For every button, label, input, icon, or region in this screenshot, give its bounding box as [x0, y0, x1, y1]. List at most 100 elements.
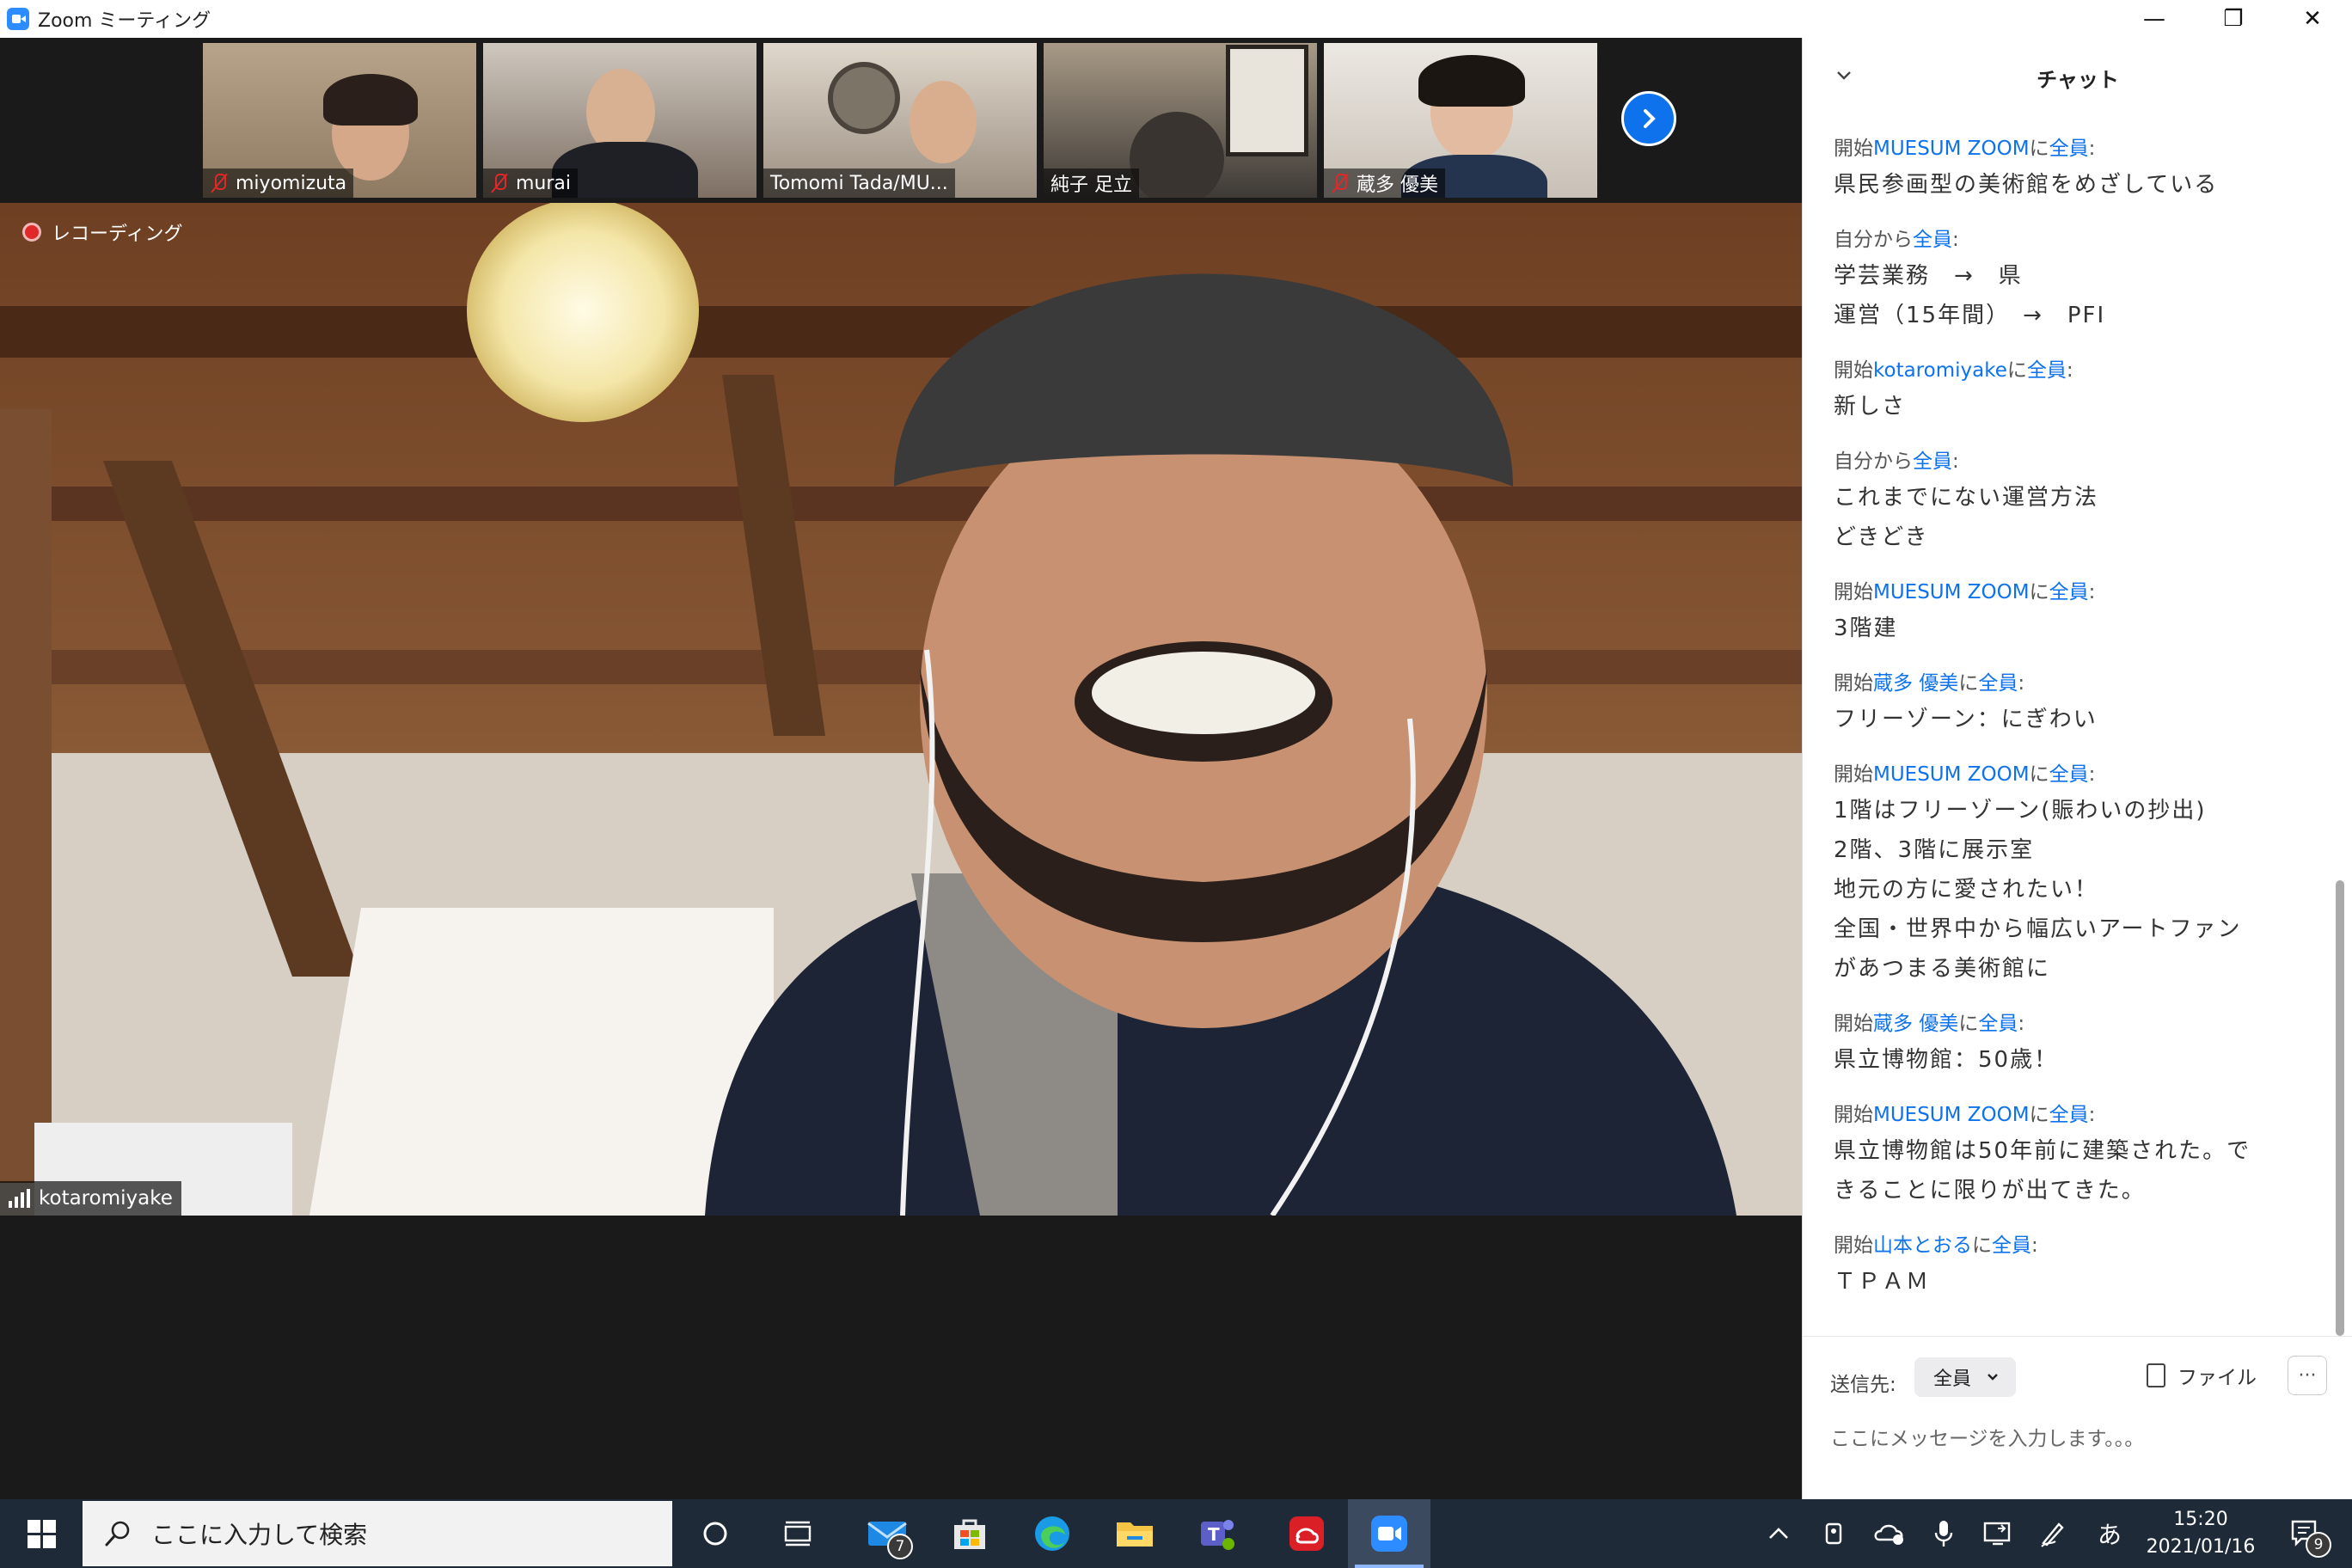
message-text: 1階はフリーゾーン(賑わいの抄出) — [1834, 798, 2207, 824]
chevron-right-icon — [1644, 109, 1656, 128]
taskbar-clock[interactable]: 15:20 2021/01/16 — [2141, 1506, 2261, 1561]
maximize-button[interactable]: ❐ — [2194, 0, 2273, 38]
message-prefix: 開始 — [1834, 1234, 1873, 1257]
chevron-up-icon — [1769, 1528, 1788, 1539]
participant-tile[interactable]: Tomomi Tada/MU... — [763, 43, 1037, 198]
message-prefix: 自分から — [1834, 229, 1913, 251]
message-sender[interactable]: MUESUM ZOOM — [1873, 138, 2030, 160]
chat-message-input[interactable] — [1830, 1419, 2312, 1459]
mail-badge: 7 — [887, 1534, 913, 1559]
minimize-button[interactable]: — — [2115, 0, 2194, 38]
start-button[interactable] — [0, 1499, 83, 1568]
taskbar-file-explorer[interactable] — [1093, 1499, 1176, 1568]
participant-name: 蔵多 優美 — [1357, 175, 1438, 196]
windows-logo-icon — [27, 1519, 56, 1548]
message-recipient[interactable]: 全員 — [1978, 672, 2018, 695]
signal-strength-icon — [9, 1189, 30, 1208]
cortana-button[interactable] — [674, 1499, 756, 1568]
taskbar-store[interactable] — [928, 1499, 1011, 1568]
taskbar-mail[interactable]: 7 — [846, 1499, 928, 1568]
zoom-icon — [1371, 1516, 1407, 1552]
action-center-button[interactable]: 9 — [2271, 1499, 2340, 1568]
tray-project[interactable] — [1974, 1499, 2022, 1568]
chat-message: 開始kotaromiyakeに全員: 新しさ — [1834, 354, 2332, 426]
participant-label: 純子 足立 — [1044, 168, 1139, 198]
active-speaker-video[interactable]: レコーディング kotaromiyake — [0, 203, 1802, 1216]
taskbar-zoom[interactable] — [1348, 1499, 1430, 1568]
participant-tile[interactable]: 純子 足立 — [1044, 43, 1317, 198]
clock-date: 2021/01/16 — [2146, 1536, 2256, 1558]
tray-microphone[interactable] — [1922, 1499, 1965, 1568]
close-button[interactable]: ✕ — [2273, 0, 2352, 38]
tray-onedrive[interactable] — [1865, 1499, 1914, 1568]
message-sender[interactable]: MUESUM ZOOM — [1873, 581, 2030, 603]
chevron-down-icon — [1988, 1374, 1998, 1381]
message-recipient[interactable]: 全員 — [1913, 229, 1952, 251]
next-page-button[interactable] — [1621, 91, 1676, 146]
task-view-button[interactable] — [756, 1499, 839, 1568]
notification-badge: 9 — [2306, 1532, 2331, 1558]
record-icon — [22, 223, 41, 242]
message-prefix: 開始 — [1834, 763, 1873, 786]
chat-message-header: 開始山本とおるに全員: — [1834, 1229, 2332, 1262]
message-recipient[interactable]: 全員 — [2049, 1104, 2089, 1126]
participant-tile[interactable]: 蔵多 優美 — [1324, 43, 1597, 198]
message-colon: : — [2088, 581, 2096, 603]
participant-label: Tomomi Tada/MU... — [763, 168, 955, 198]
chat-message: 開始蔵多 優美に全員: 県立博物館：50歳！ — [1834, 1008, 2332, 1080]
task-view-icon — [784, 1521, 812, 1547]
chat-message-header: 開始kotaromiyakeに全員: — [1834, 354, 2332, 387]
message-sender[interactable]: 蔵多 優美 — [1873, 1013, 1958, 1035]
message-text: があつまる美術館に — [1834, 956, 2051, 982]
chat-title: チャット — [2037, 67, 2119, 92]
chat-message: 開始MUESUM ZOOMに全員: 1階はフリーゾーン(賑わいの抄出) 2階、3階… — [1834, 758, 2332, 989]
chat-scrollbar[interactable] — [2336, 880, 2344, 1336]
message-colon: : — [2018, 1013, 2025, 1035]
chat-message-header: 開始MUESUM ZOOMに全員: — [1834, 1099, 2332, 1131]
message-recipient[interactable]: 全員 — [1978, 1013, 2018, 1035]
file-button[interactable]: ファイル — [2147, 1361, 2257, 1390]
tray-meet-now[interactable] — [1812, 1499, 1857, 1568]
taskbar-search-box[interactable]: ここに入力して検索 — [83, 1501, 672, 1566]
tray-pen[interactable] — [2029, 1499, 2077, 1568]
participant-head — [1130, 112, 1224, 198]
taskbar-creative-cloud[interactable] — [1265, 1499, 1348, 1568]
chevron-down-icon[interactable] — [1835, 67, 1853, 84]
message-sender[interactable]: 山本とおる — [1873, 1234, 1972, 1257]
message-sender[interactable]: MUESUM ZOOM — [1873, 763, 2030, 786]
store-icon — [954, 1519, 985, 1549]
speaker-name: kotaromiyake — [39, 1187, 173, 1210]
send-to-dropdown[interactable]: 全員 — [1914, 1357, 2016, 1397]
message-text: 地元の方に愛されたい！ — [1834, 877, 2099, 903]
chat-footer: 送信先: 全員 ファイル ··· — [1803, 1336, 2352, 1499]
more-options-button[interactable]: ··· — [2288, 1356, 2327, 1395]
message-text: 運営（15年間） → PFI — [1834, 303, 2106, 328]
message-recipient[interactable]: 全員 — [1992, 1234, 2031, 1257]
participant-name: 純子 足立 — [1050, 175, 1132, 196]
taskbar-teams[interactable]: T — [1176, 1499, 1259, 1568]
message-recipient[interactable]: 全員 — [2049, 763, 2089, 786]
recording-indicator[interactable]: レコーディング — [22, 218, 182, 246]
message-prefix: 開始 — [1834, 581, 1873, 603]
message-text: フリーゾーン：にぎわい — [1834, 707, 2098, 732]
edge-browser-icon — [1035, 1516, 1069, 1551]
message-recipient[interactable]: 全員 — [2049, 138, 2089, 160]
taskbar-edge[interactable] — [1011, 1499, 1093, 1568]
message-sender[interactable]: MUESUM ZOOM — [1873, 1104, 2030, 1126]
message-sender[interactable]: 蔵多 優美 — [1873, 672, 1958, 695]
message-sender[interactable]: kotaromiyake — [1873, 359, 2007, 382]
message-recipient[interactable]: 全員 — [1913, 450, 1952, 473]
participant-tile[interactable]: miyomizuta — [203, 43, 476, 198]
show-hidden-icons-button[interactable] — [1759, 1499, 1798, 1568]
message-colon: : — [2088, 1104, 2096, 1126]
participant-tile[interactable]: murai — [483, 43, 756, 198]
message-recipient[interactable]: 全員 — [2049, 581, 2089, 603]
chat-message-list[interactable]: 開始MUESUM ZOOMに全員: 県民参画型の美術館をめざしている 自分から全… — [1834, 132, 2332, 1336]
tray-ime-mode[interactable]: あ — [2086, 1499, 2134, 1568]
chat-message: 自分から全員: これまでにない運営方法 どきどき — [1834, 445, 2332, 557]
pen-icon — [2041, 1522, 2064, 1547]
message-text: 県民参画型の美術館をめざしている — [1834, 172, 2219, 198]
zoom-app-icon — [7, 8, 29, 30]
message-recipient[interactable]: 全員 — [2027, 359, 2067, 382]
search-placeholder: ここに入力して検索 — [151, 1521, 368, 1549]
